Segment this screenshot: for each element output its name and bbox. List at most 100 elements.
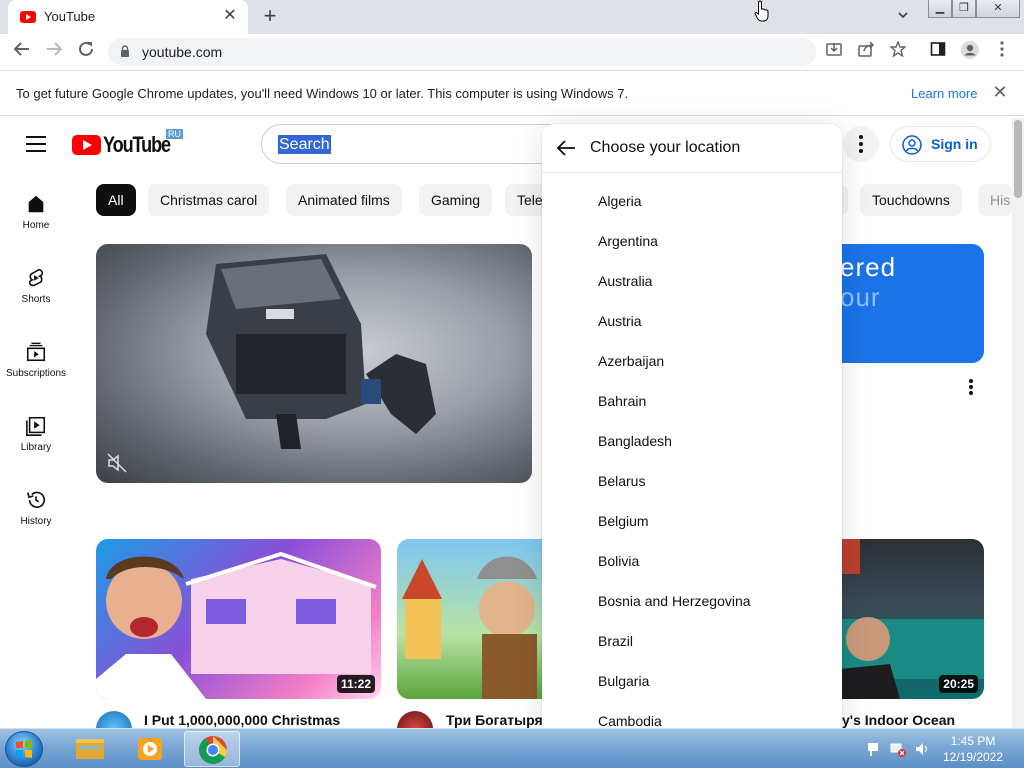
location-option[interactable]: Australia bbox=[598, 273, 652, 289]
location-option[interactable]: Bolivia bbox=[598, 553, 639, 569]
chrome-icon bbox=[199, 736, 227, 764]
bookmark-star-icon[interactable] bbox=[886, 40, 910, 64]
folder-icon bbox=[76, 739, 104, 759]
taskbar-chrome[interactable] bbox=[184, 731, 240, 767]
banner-text: our bbox=[840, 282, 881, 312]
location-option[interactable]: Algeria bbox=[598, 193, 642, 209]
hamburger-menu-icon[interactable] bbox=[26, 136, 46, 152]
nav-shorts[interactable]: Shorts bbox=[0, 267, 72, 327]
promo-banner[interactable]: ered our bbox=[840, 244, 984, 363]
banner-text: ered bbox=[840, 252, 897, 282]
library-icon bbox=[26, 416, 46, 436]
new-tab-button[interactable]: + bbox=[258, 5, 282, 29]
volume-icon[interactable] bbox=[914, 741, 930, 757]
nav-history[interactable]: History bbox=[0, 489, 72, 549]
nav-label: Library bbox=[20, 442, 52, 453]
location-menu-title: Choose your location bbox=[590, 139, 741, 156]
search-text: Search bbox=[278, 135, 331, 154]
youtube-wordmark: YouTube bbox=[103, 132, 171, 157]
back-icon[interactable] bbox=[10, 40, 34, 64]
reload-icon[interactable] bbox=[74, 40, 98, 64]
action-center-flag-icon[interactable] bbox=[866, 741, 882, 757]
chip-gaming[interactable]: Gaming bbox=[419, 184, 493, 216]
video-thumbnail[interactable]: 11:22 bbox=[96, 539, 381, 699]
video-thumbnail[interactable] bbox=[397, 539, 547, 699]
nav-subscriptions[interactable]: Subscriptions bbox=[0, 341, 72, 401]
taskbar-media-player[interactable] bbox=[122, 731, 178, 767]
close-window-button[interactable]: ✕ bbox=[976, 0, 1020, 18]
media-player-icon bbox=[138, 738, 162, 760]
minimize-button[interactable]: ▁ bbox=[928, 0, 952, 18]
nav-home[interactable]: Home bbox=[0, 193, 72, 253]
page-scrollbar[interactable] bbox=[1012, 118, 1024, 728]
home-icon bbox=[28, 195, 44, 213]
youtube-page: YouTube RU Search Sign in Home Shorts Su… bbox=[0, 117, 1024, 728]
windows-logo-icon bbox=[16, 740, 32, 758]
duration-badge: 11:22 bbox=[336, 675, 375, 693]
channel-avatar[interactable] bbox=[96, 711, 132, 728]
settings-more-button[interactable] bbox=[843, 126, 879, 162]
system-clock[interactable]: 1:45 PM 12/19/2022 bbox=[940, 733, 1006, 765]
location-option[interactable]: Cambodia bbox=[598, 713, 662, 728]
location-option[interactable]: Belgium bbox=[598, 513, 649, 529]
address-bar[interactable]: youtube.com bbox=[108, 38, 816, 66]
location-option[interactable]: Austria bbox=[598, 313, 642, 329]
share-icon[interactable] bbox=[854, 40, 878, 64]
location-option[interactable]: Argentina bbox=[598, 233, 658, 249]
infobar-close-icon[interactable]: ✕ bbox=[990, 82, 1010, 102]
featured-video-thumbnail[interactable] bbox=[96, 244, 532, 483]
location-option[interactable]: Brazil bbox=[598, 633, 633, 649]
taskbar-explorer[interactable] bbox=[62, 731, 118, 767]
location-option[interactable]: Azerbaijan bbox=[598, 353, 664, 369]
tab-youtube[interactable]: YouTube ✕ bbox=[8, 0, 248, 34]
account-circle-icon bbox=[902, 135, 922, 155]
back-arrow-icon[interactable] bbox=[554, 136, 578, 160]
chrome-menu-icon[interactable] bbox=[990, 40, 1014, 64]
forward-icon[interactable] bbox=[42, 40, 66, 64]
chip-touchdowns[interactable]: Touchdowns bbox=[860, 184, 962, 216]
start-button[interactable] bbox=[5, 731, 43, 767]
chip-all[interactable]: All bbox=[96, 184, 136, 216]
nav-library[interactable]: Library bbox=[0, 415, 72, 475]
nav-label: History bbox=[20, 516, 52, 527]
sign-in-button[interactable]: Sign in bbox=[890, 126, 991, 162]
clock-time: 1:45 PM bbox=[950, 734, 996, 748]
tab-search-icon[interactable] bbox=[896, 8, 914, 26]
history-icon bbox=[26, 491, 46, 508]
search-input[interactable]: Search bbox=[261, 124, 551, 164]
video-title[interactable]: Три Богатыря | bbox=[446, 712, 550, 728]
video-title[interactable]: y's Indoor Ocean bbox=[842, 712, 955, 728]
video-title[interactable]: I Put 1,000,000,000 Christmas bbox=[144, 712, 340, 728]
network-icon[interactable] bbox=[890, 741, 906, 757]
side-panel-icon[interactable] bbox=[926, 40, 950, 64]
channel-avatar[interactable] bbox=[397, 711, 433, 728]
location-option[interactable]: Bangladesh bbox=[598, 433, 672, 449]
url-text: youtube.com bbox=[142, 44, 223, 60]
muted-icon[interactable] bbox=[106, 452, 128, 474]
location-menu: Choose your location Algeria Argentina A… bbox=[542, 124, 842, 728]
shorts-icon bbox=[29, 268, 44, 287]
chip-his[interactable]: His bbox=[978, 184, 1012, 216]
install-app-icon[interactable] bbox=[822, 40, 846, 64]
maximize-button[interactable]: ❐ bbox=[952, 0, 976, 18]
chip-animated-films[interactable]: Animated films bbox=[286, 184, 402, 216]
browser-toolbar: youtube.com bbox=[0, 34, 1024, 71]
video-thumbnail[interactable]: 20:25 bbox=[840, 539, 984, 699]
learn-more-link[interactable]: Learn more bbox=[911, 86, 977, 101]
video-options-icon[interactable] bbox=[968, 378, 974, 396]
chip-christmas-carol[interactable]: Christmas carol bbox=[148, 184, 270, 216]
location-option[interactable]: Belarus bbox=[598, 473, 645, 489]
location-option[interactable]: Bulgaria bbox=[598, 673, 649, 689]
scrollbar-thumb[interactable] bbox=[1014, 120, 1022, 198]
tab-title: YouTube bbox=[44, 9, 96, 24]
location-menu-header: Choose your location bbox=[542, 124, 842, 173]
infobar-message: To get future Google Chrome updates, you… bbox=[16, 86, 629, 101]
lock-icon bbox=[121, 45, 129, 57]
hand-cursor-icon bbox=[754, 0, 769, 22]
location-option[interactable]: Bosnia and Herzegovina bbox=[598, 593, 751, 609]
profile-icon[interactable] bbox=[958, 40, 982, 64]
youtube-favicon-icon bbox=[20, 11, 36, 23]
country-code-badge: RU bbox=[166, 129, 183, 139]
tab-close-icon[interactable]: ✕ bbox=[220, 6, 240, 26]
location-option[interactable]: Bahrain bbox=[598, 393, 646, 409]
